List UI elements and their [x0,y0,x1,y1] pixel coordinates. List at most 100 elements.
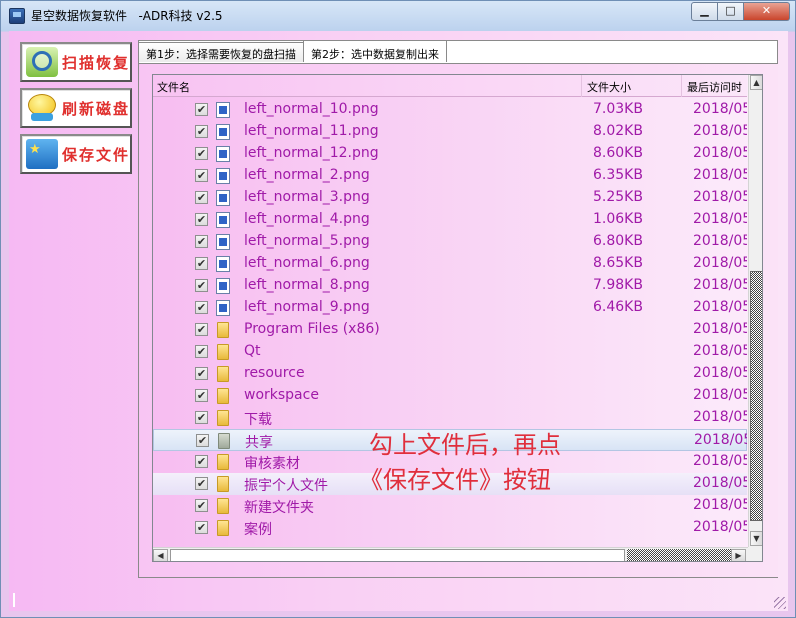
file-size: 5.25KB [593,189,643,205]
list-item[interactable]: ✔ 案例 2018/05 [153,517,747,539]
row-checkbox[interactable]: ✔ [195,455,208,468]
tab-step1[interactable]: 第1步：选择需要恢复的盘扫描 [138,42,304,62]
file-name: left_normal_12.png [244,145,379,161]
row-checkbox[interactable]: ✔ [195,191,208,204]
png-file-icon [216,256,230,272]
row-checkbox[interactable]: ✔ [195,103,208,116]
file-date: 2018/05 [693,123,747,139]
file-name: left_normal_4.png [244,211,370,227]
list-item[interactable]: ✔ left_normal_6.png 8.65KB 2018/05 [153,253,747,275]
list-item[interactable]: ✔ Qt 2018/05 [153,341,747,363]
png-file-icon [216,102,230,118]
file-date: 2018/05 [693,409,747,425]
scroll-left-icon[interactable]: ◀ [153,549,168,561]
column-divider[interactable] [681,75,682,97]
scroll-up-icon[interactable]: ▲ [750,75,762,90]
list-item[interactable]: ✔ left_normal_2.png 6.35KB 2018/05 [153,165,747,187]
scan-recover-button[interactable]: 扫描恢复 [20,42,132,82]
tab-step2[interactable]: 第2步：选中数据复制出来 [303,40,447,62]
resize-grip-icon[interactable] [774,597,786,609]
list-item[interactable]: ✔ left_normal_8.png 7.98KB 2018/05 [153,275,747,297]
list-item[interactable]: ✔ left_normal_3.png 5.25KB 2018/05 [153,187,747,209]
list-item[interactable]: ✔ left_normal_10.png 7.03KB 2018/05 [153,99,747,121]
file-name: left_normal_2.png [244,167,370,183]
file-size: 6.46KB [593,299,643,315]
save-file-button[interactable]: 保存文件 [20,134,132,174]
row-checkbox[interactable]: ✔ [195,389,208,402]
row-checkbox[interactable]: ✔ [195,235,208,248]
row-checkbox[interactable]: ✔ [195,125,208,138]
app-icon[interactable] [9,8,25,24]
refresh-disk-button[interactable]: 刷新磁盘 [20,88,132,128]
list-item[interactable]: ✔ Program Files (x86) 2018/05 [153,319,747,341]
png-file-icon [216,146,230,162]
list-item[interactable]: ✔ left_normal_11.png 8.02KB 2018/05 [153,121,747,143]
file-name: workspace [244,387,319,403]
png-file-icon [216,300,230,316]
file-size: 7.98KB [593,277,643,293]
file-size: 1.06KB [593,211,643,227]
column-header-size[interactable]: 文件大小 [587,79,631,95]
close-button[interactable]: ✕ [744,2,790,21]
file-name: left_normal_10.png [244,101,379,117]
horizontal-scroll-track[interactable] [627,549,731,561]
row-checkbox[interactable]: ✔ [195,169,208,182]
column-divider[interactable] [581,75,582,97]
list-item[interactable]: ✔ 新建文件夹 2018/05 [153,495,747,517]
app-window: 星空数据恢复软件 -ADR科技 v2.5 ▁ □ ✕ 扫描恢复 刷新磁盘 保存文… [0,0,796,618]
file-date: 2018/05 [693,233,747,249]
file-date: 2018/05 [693,365,747,381]
folder-icon [217,322,229,338]
row-checkbox[interactable]: ✔ [195,477,208,490]
png-file-icon [216,190,230,206]
column-header-date[interactable]: 最后访问时 [687,79,742,95]
window-title: 星空数据恢复软件 -ADR科技 v2.5 [31,9,223,23]
row-checkbox[interactable]: ✔ [195,323,208,336]
list-item[interactable]: ✔ left_normal_12.png 8.60KB 2018/05 [153,143,747,165]
scroll-down-icon[interactable]: ▼ [750,531,762,546]
row-checkbox[interactable]: ✔ [195,367,208,380]
vertical-scrollbar[interactable]: ▲ ▼ [748,75,762,547]
title-bar[interactable]: 星空数据恢复软件 -ADR科技 v2.5 ▁ □ ✕ [1,1,795,31]
scan-recover-label: 扫描恢复 [62,53,131,72]
shared-folder-icon [218,433,230,449]
file-name: 振宇个人文件 [244,478,328,494]
file-date: 2018/05 [694,432,747,448]
file-name: left_normal_3.png [244,189,370,205]
row-checkbox[interactable]: ✔ [195,213,208,226]
tab-strip: 第1步：选择需要恢复的盘扫描 第2步：选中数据复制出来 [138,40,447,64]
row-checkbox[interactable]: ✔ [195,345,208,358]
row-checkbox[interactable]: ✔ [195,521,208,534]
maximize-button[interactable]: □ [718,2,744,21]
file-size: 8.65KB [593,255,643,271]
file-name: resource [244,365,305,381]
file-name: left_normal_6.png [244,255,370,271]
list-item[interactable]: ✔ resource 2018/05 [153,363,747,385]
status-bar [9,593,788,611]
vertical-scroll-thumb[interactable] [750,271,762,521]
folder-icon [217,520,229,536]
row-checkbox[interactable]: ✔ [196,434,209,447]
row-checkbox[interactable]: ✔ [195,411,208,424]
horizontal-scroll-thumb[interactable] [170,549,625,561]
row-checkbox[interactable]: ✔ [195,147,208,160]
list-item[interactable]: ✔ left_normal_9.png 6.46KB 2018/05 [153,297,747,319]
list-item[interactable]: ✔ left_normal_4.png 1.06KB 2018/05 [153,209,747,231]
file-size: 8.02KB [593,123,643,139]
instruction-line-1: 勾上文件后，再点 [369,431,561,459]
row-checkbox[interactable]: ✔ [195,301,208,314]
file-date: 2018/05 [693,387,747,403]
client-area: 扫描恢复 刷新磁盘 保存文件 第1步：选择需要恢复的盘扫描 第2步：选中数据复制… [9,31,788,611]
row-checkbox[interactable]: ✔ [195,257,208,270]
magnifier-scan-icon [26,47,58,77]
list-item[interactable]: ✔ left_normal_5.png 6.80KB 2018/05 [153,231,747,253]
file-date: 2018/05 [693,497,747,513]
list-item[interactable]: ✔ workspace 2018/05 [153,385,747,407]
row-checkbox[interactable]: ✔ [195,499,208,512]
horizontal-scrollbar[interactable]: ◀ ▶ [153,547,748,561]
scroll-right-icon[interactable]: ▶ [731,549,746,561]
minimize-button[interactable]: ▁ [691,2,718,21]
row-checkbox[interactable]: ✔ [195,279,208,292]
column-header-name[interactable]: 文件名 [157,79,190,95]
folder-icon [217,454,229,470]
